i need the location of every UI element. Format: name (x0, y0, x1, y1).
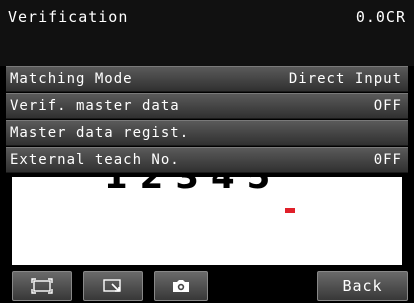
menu-item-value: Direct Input (288, 71, 402, 87)
menu-item-label: Master data regist. (10, 125, 190, 141)
header-bar: Verification 0.0CR (0, 0, 414, 66)
mode-indicator: 0.0CR (355, 8, 406, 26)
menu-item-verif-master-data[interactable]: Verif. master data OFF (6, 93, 408, 119)
fit-frame-icon (31, 278, 53, 294)
fit-frame-button[interactable] (12, 271, 72, 301)
zoom-region-button[interactable] (83, 271, 143, 301)
menu-item-matching-mode[interactable]: Matching Mode Direct Input (6, 66, 408, 92)
menu-item-value: 0FF (373, 152, 402, 168)
zoom-region-icon (102, 278, 124, 294)
bottom-toolbar: Back (0, 265, 414, 303)
menu-item-master-data-regist[interactable]: Master data regist. (6, 120, 408, 146)
position-marker (285, 208, 295, 213)
capture-button[interactable] (154, 271, 208, 301)
menu-item-label: Verif. master data (10, 98, 180, 114)
back-button[interactable]: Back (317, 271, 408, 301)
menu-item-value: OFF (373, 98, 402, 114)
settings-menu: Matching Mode Direct Input Verif. master… (6, 66, 408, 174)
camera-icon (171, 278, 191, 294)
menu-item-label: External teach No. (10, 152, 180, 168)
preview-digits: 12345 (104, 177, 283, 197)
camera-preview: 12345 (12, 177, 402, 265)
menu-item-label: Matching Mode (10, 71, 133, 87)
menu-item-external-teach-no[interactable]: External teach No. 0FF (6, 147, 408, 173)
page-title: Verification (8, 8, 129, 26)
